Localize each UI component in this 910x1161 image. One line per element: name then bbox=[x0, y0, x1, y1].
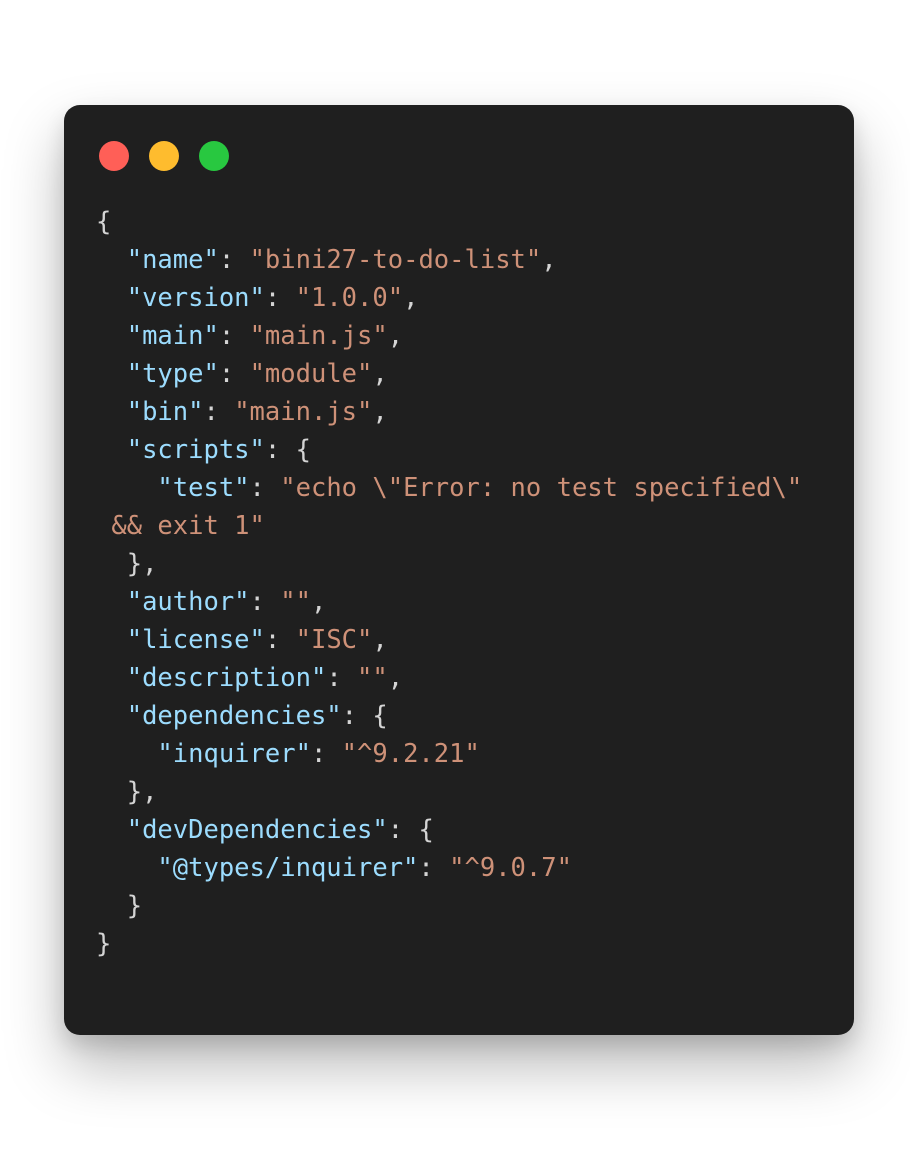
code-line: } bbox=[96, 925, 802, 963]
code-line: }, bbox=[96, 545, 802, 583]
code-punctuation: { bbox=[295, 435, 311, 465]
code-line: }, bbox=[96, 773, 802, 811]
code-value: "ISC" bbox=[295, 625, 373, 655]
code-separator: : bbox=[341, 701, 373, 731]
code-separator: : bbox=[264, 283, 296, 313]
code-punctuation: { bbox=[372, 701, 388, 731]
code-line: "type": "module", bbox=[96, 355, 802, 393]
maximize-dot-icon[interactable] bbox=[199, 141, 229, 171]
code-punctuation: } bbox=[126, 891, 143, 921]
code-value: "^9.0.7" bbox=[449, 853, 572, 883]
code-value: "" bbox=[357, 663, 388, 693]
code-value: "" bbox=[280, 587, 311, 617]
code-punctuation: , bbox=[403, 283, 419, 313]
code-value: "1.0.0" bbox=[295, 283, 404, 313]
code-line: "dependencies": { bbox=[96, 697, 802, 735]
code-key: "@types/inquirer" bbox=[157, 853, 419, 883]
code-punctuation: { bbox=[96, 207, 112, 237]
code-value: "echo \"Error: no test specified\" bbox=[280, 473, 803, 503]
close-dot-icon[interactable] bbox=[99, 141, 129, 171]
code-window: { "name": "bini27-to-do-list", "version"… bbox=[64, 105, 854, 1035]
code-punctuation: { bbox=[418, 815, 434, 845]
code-value: "^9.2.21" bbox=[341, 739, 480, 769]
code-line: } bbox=[96, 887, 802, 925]
code-line: "test": "echo \"Error: no test specified… bbox=[96, 469, 802, 507]
code-key: "main" bbox=[126, 321, 219, 351]
code-key: "name" bbox=[126, 245, 219, 275]
code-key: "scripts" bbox=[126, 435, 265, 465]
code-value: && exit 1" bbox=[111, 511, 265, 541]
code-separator: : bbox=[264, 625, 296, 655]
code-separator: : bbox=[310, 739, 342, 769]
code-punctuation: } bbox=[96, 929, 112, 959]
code-key: "type" bbox=[126, 359, 219, 389]
code-key: "inquirer" bbox=[157, 739, 311, 769]
code-line: "inquirer": "^9.2.21" bbox=[96, 735, 802, 773]
code-key: "version" bbox=[126, 283, 265, 313]
code-separator: : bbox=[218, 359, 250, 389]
code-line: "description": "", bbox=[96, 659, 802, 697]
code-line: "license": "ISC", bbox=[96, 621, 802, 659]
code-separator: : bbox=[203, 397, 235, 427]
code-line: "name": "bini27-to-do-list", bbox=[96, 241, 802, 279]
code-line: { bbox=[96, 203, 802, 241]
code-line: "scripts": { bbox=[96, 431, 802, 469]
code-line: "@types/inquirer": "^9.0.7" bbox=[96, 849, 802, 887]
code-punctuation: , bbox=[310, 587, 327, 617]
code-key: "devDependencies" bbox=[126, 815, 388, 845]
code-value: "bini27-to-do-list" bbox=[249, 245, 542, 275]
code-line: && exit 1" bbox=[96, 507, 802, 545]
minimize-dot-icon[interactable] bbox=[149, 141, 179, 171]
code-key: "author" bbox=[126, 587, 250, 617]
code-key: "bin" bbox=[126, 397, 204, 427]
code-separator: : bbox=[218, 321, 250, 351]
code-punctuation: }, bbox=[126, 777, 158, 807]
code-line: "devDependencies": { bbox=[96, 811, 802, 849]
code-key: "license" bbox=[126, 625, 265, 655]
code-punctuation: }, bbox=[126, 549, 158, 579]
code-block: { "name": "bini27-to-do-list", "version"… bbox=[96, 203, 802, 963]
code-key: "test" bbox=[157, 473, 250, 503]
code-separator: : bbox=[418, 853, 450, 883]
code-value: "main.js" bbox=[234, 397, 373, 427]
code-value: "module" bbox=[249, 359, 373, 389]
code-separator: : bbox=[264, 435, 296, 465]
code-punctuation: , bbox=[372, 359, 388, 389]
code-value: "main.js" bbox=[249, 321, 388, 351]
code-punctuation: , bbox=[387, 321, 404, 351]
code-separator: : bbox=[326, 663, 358, 693]
code-punctuation: , bbox=[372, 625, 388, 655]
code-key: "description" bbox=[126, 663, 327, 693]
code-punctuation: , bbox=[387, 663, 404, 693]
code-punctuation: , bbox=[541, 245, 557, 275]
code-line: "version": "1.0.0", bbox=[96, 279, 802, 317]
code-separator: : bbox=[249, 587, 281, 617]
code-separator: : bbox=[218, 245, 250, 275]
code-separator: : bbox=[249, 473, 281, 503]
code-punctuation: , bbox=[372, 397, 388, 427]
code-separator: : bbox=[387, 815, 419, 845]
code-line: "bin": "main.js", bbox=[96, 393, 802, 431]
code-line: "author": "", bbox=[96, 583, 802, 621]
code-key: "dependencies" bbox=[126, 701, 342, 731]
code-line: "main": "main.js", bbox=[96, 317, 802, 355]
